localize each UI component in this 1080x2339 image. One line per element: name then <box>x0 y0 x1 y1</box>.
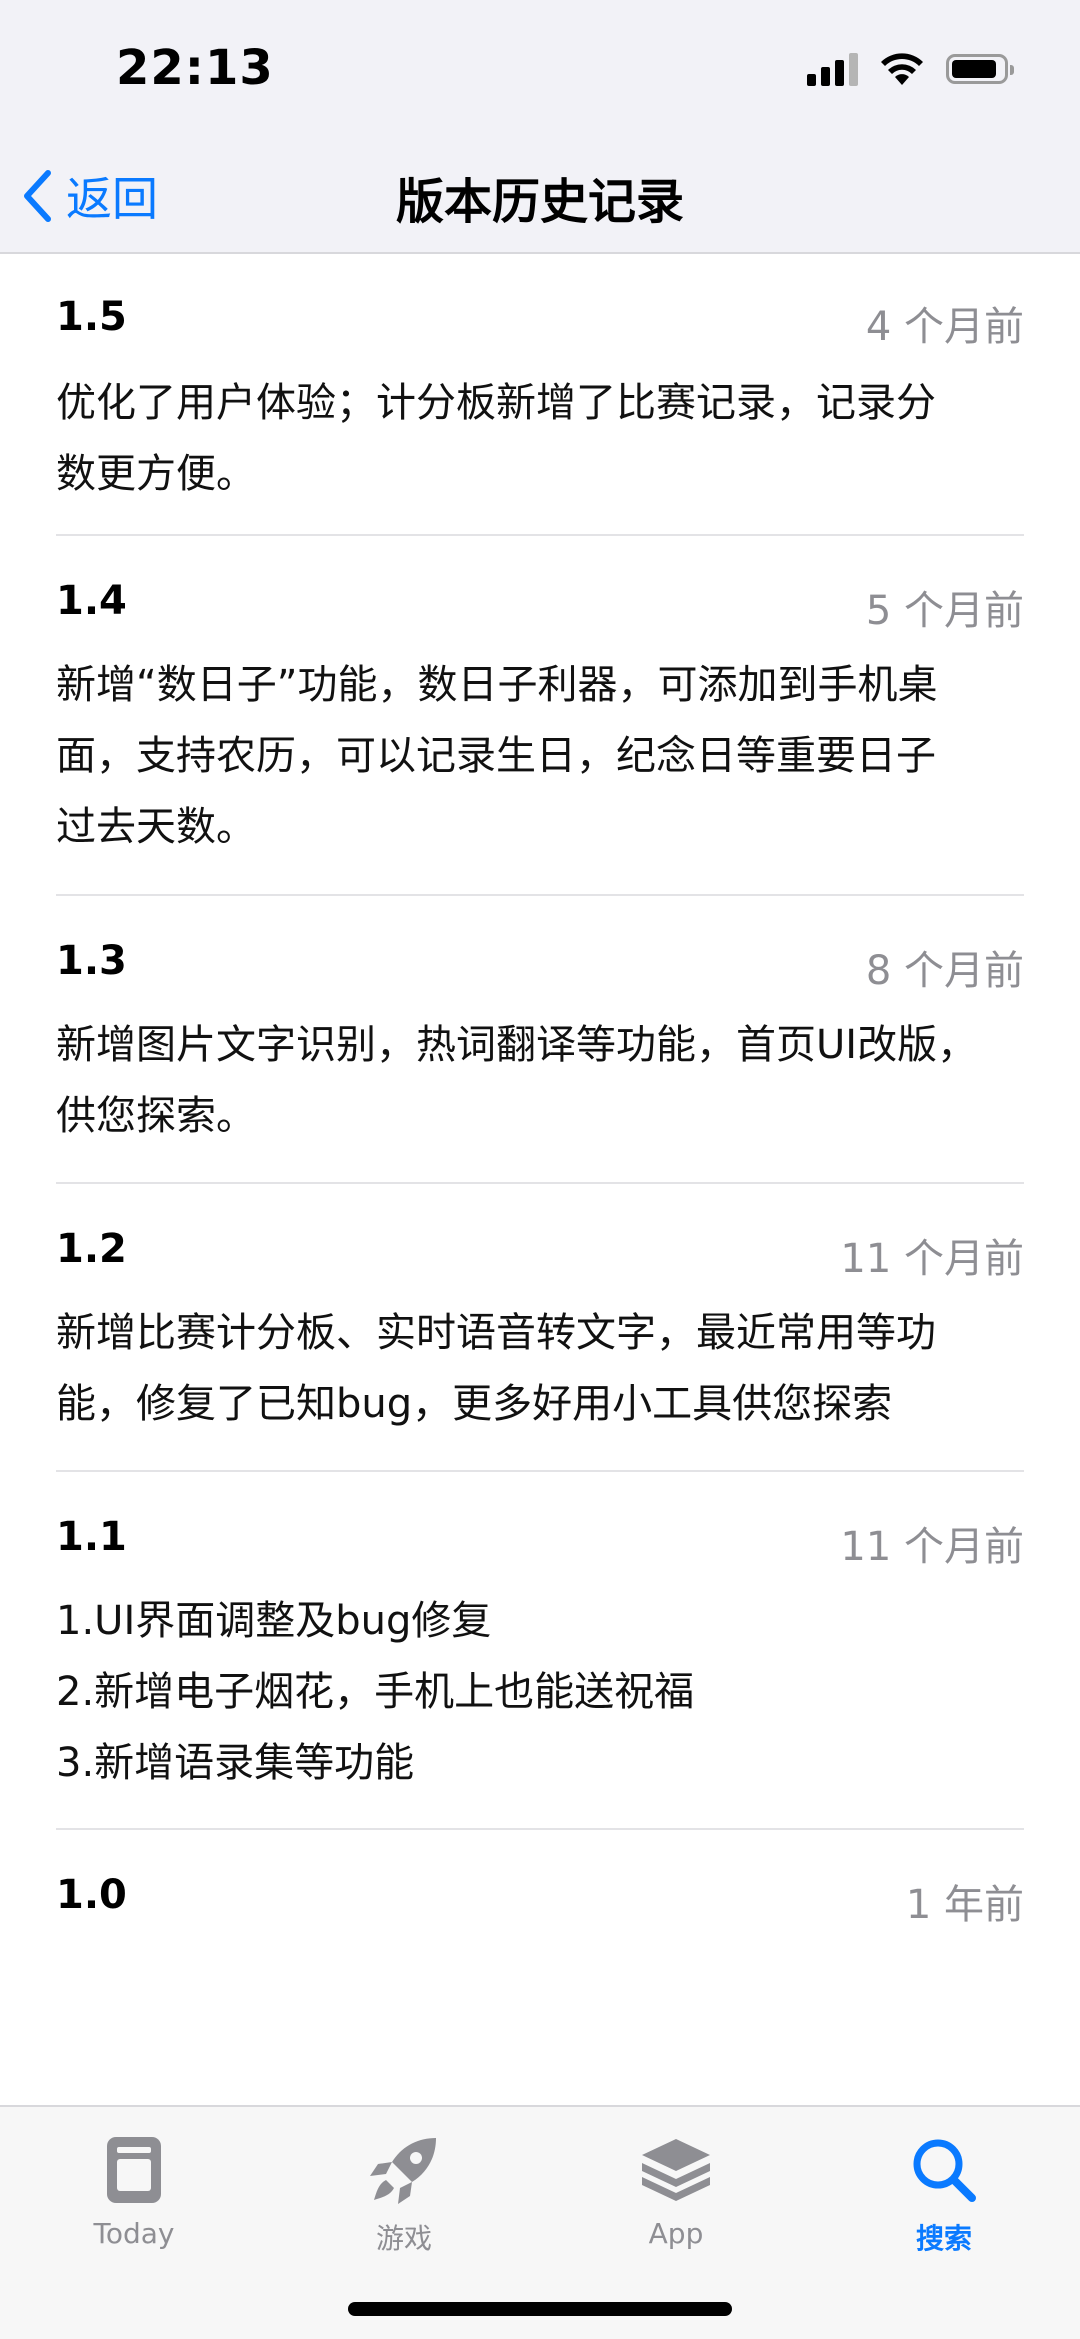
version-number: 1.2 <box>56 1226 127 1272</box>
version-item: 1.4 5 个月前 新增“数日子”功能，数日子利器，可添加到手机桌 面，支持农历… <box>56 536 1024 896</box>
version-notes: 新增图片文字识别，热词翻译等功能，首页UI改版， 供您探索。 <box>56 1022 978 1139</box>
tab-games-label: 游戏 <box>375 2222 432 2255</box>
tab-search[interactable]: 搜索 <box>844 2129 1044 2257</box>
version-history-list: 1.5 4 个月前 优化了用户体验；计分板新增了比赛记录，记录分 数更方便。 1… <box>0 254 1080 1950</box>
version-notes: 1.UI界面调整及bug修复 2.新增电子烟花，手机上也能送祝福 3.新增语录集… <box>56 1598 695 1786</box>
version-item: 1.1 11 个月前 1.UI界面调整及bug修复 2.新增电子烟花，手机上也能… <box>56 1472 1024 1830</box>
navigation-bar: 返回 版本历史记录 <box>0 140 1080 254</box>
status-time: 22:13 <box>116 40 274 96</box>
rocket-icon <box>370 2138 436 2204</box>
wifi-icon <box>881 53 923 85</box>
version-notes: 优化了用户体验；计分板新增了比赛记录，记录分 数更方便。 <box>56 380 936 497</box>
version-item: 1.3 8 个月前 新增图片文字识别，热词翻译等功能，首页UI改版， 供您探索。 <box>56 896 1024 1184</box>
version-number: 1.5 <box>56 294 127 340</box>
app-stack-icon <box>642 2139 710 2201</box>
search-icon <box>913 2139 976 2202</box>
version-date: 5 个月前 <box>865 588 1024 634</box>
tab-games[interactable]: 游戏 <box>304 2129 504 2257</box>
home-indicator[interactable] <box>348 2302 732 2316</box>
version-item: 1.2 11 个月前 新增比赛计分板、实时语音转文字，最近常用等功 能，修复了已… <box>56 1184 1024 1472</box>
version-number: 1.1 <box>56 1514 127 1560</box>
version-item: 1.5 4 个月前 优化了用户体验；计分板新增了比赛记录，记录分 数更方便。 <box>56 254 1024 536</box>
status-bar: 22:13 <box>0 0 1080 140</box>
version-number: 1.4 <box>56 578 127 624</box>
status-icons <box>807 52 1014 86</box>
tab-apps[interactable]: App <box>576 2129 776 2250</box>
version-date: 11 个月前 <box>840 1524 1024 1570</box>
version-date: 4 个月前 <box>865 304 1024 350</box>
page-title: 版本历史记录 <box>395 174 684 230</box>
version-date: 11 个月前 <box>840 1236 1024 1282</box>
version-number: 1.3 <box>56 938 127 984</box>
version-date: 8 个月前 <box>865 948 1024 994</box>
version-item: 1.0 1 年前 <box>56 1830 1024 1950</box>
version-number: 1.0 <box>56 1872 127 1918</box>
tab-apps-label: App <box>648 2217 704 2250</box>
tab-today[interactable]: Today <box>34 2129 234 2250</box>
tab-today-label: Today <box>93 2217 175 2250</box>
cellular-signal-icon <box>807 52 858 86</box>
today-icon <box>107 2137 161 2203</box>
version-notes: 新增比赛计分板、实时语音转文字，最近常用等功 能，修复了已知bug，更多好用小工… <box>56 1310 936 1427</box>
tab-search-label: 搜索 <box>915 2222 972 2255</box>
tab-bar: Today 游戏 App 搜索 <box>0 2105 1080 2339</box>
version-notes: 新增“数日子”功能，数日子利器，可添加到手机桌 面，支持农历，可以记录生日，纪念… <box>56 662 938 850</box>
battery-icon <box>946 54 1014 84</box>
version-date: 1 年前 <box>905 1882 1024 1928</box>
